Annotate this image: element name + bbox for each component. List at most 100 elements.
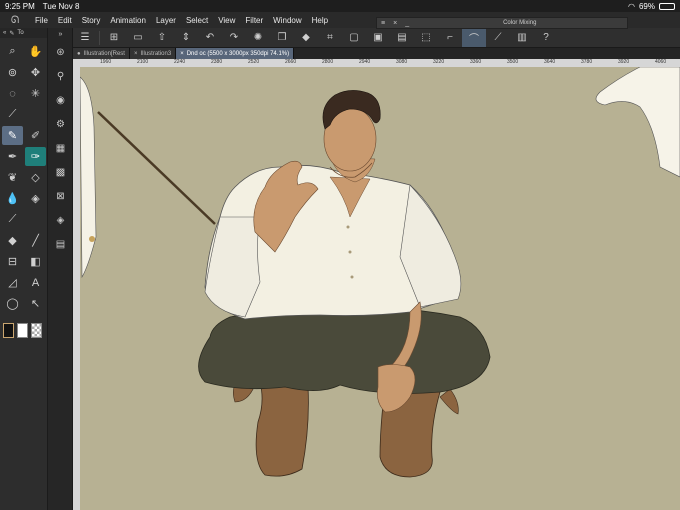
transform-icon[interactable]: ⌗ <box>318 29 342 47</box>
hamburger-icon[interactable]: ☰ <box>73 29 97 47</box>
menu-help[interactable]: Help <box>307 16 333 25</box>
brush-tool-icon[interactable]: ✒ <box>2 147 23 166</box>
ruler-icon[interactable]: ⌐ <box>438 29 462 47</box>
pen-icon[interactable]: ✎ <box>2 126 23 145</box>
new-canvas-icon[interactable]: ⊞ <box>102 29 126 47</box>
history-icon[interactable]: ▤ <box>48 232 73 256</box>
close-tab-icon[interactable]: × <box>134 51 138 57</box>
curve-ruler-icon[interactable]: ⌒ <box>462 28 486 47</box>
collapse-icon[interactable]: « <box>3 30 6 36</box>
fill-icon[interactable]: ◆ <box>294 29 318 47</box>
layers-icon[interactable]: ◈ <box>48 208 73 232</box>
ruler-tick-label: 2520 <box>248 59 260 65</box>
ruler-tick-label: 4060 <box>655 59 667 65</box>
hand-icon[interactable]: ✋ <box>25 42 46 61</box>
zoom-icon[interactable]: ⌕ <box>2 42 23 61</box>
tool-panel-label: To <box>17 30 24 36</box>
airbrush-icon[interactable]: ✑ <box>25 147 46 166</box>
pencil-icon[interactable]: ✐ <box>25 126 46 145</box>
tool-grid: ⌕ ✋ ⊚ ✥ ◌ ✳ ⟋ ✎ ✐ ✒ ✑ ❦ ◇ 💧 ◈ ⟋ ◆ ╱ ⊟ ◧ … <box>0 38 47 317</box>
clipboard-icon[interactable]: ▥ <box>510 29 534 47</box>
color-mixing-panel[interactable]: ≡ × _ Color Mixing <box>376 17 628 29</box>
menu-select[interactable]: Select <box>181 16 213 25</box>
select-icon[interactable]: ▤ <box>390 29 414 47</box>
copy-icon[interactable]: ❐ <box>270 29 294 47</box>
menu-animation[interactable]: Animation <box>105 16 151 25</box>
menu-story[interactable]: Story <box>77 16 106 25</box>
upload-icon[interactable]: ⇧ <box>150 29 174 47</box>
move-icon[interactable]: ✥ <box>25 63 46 82</box>
canvas[interactable] <box>80 67 680 510</box>
menu-window[interactable]: Window <box>268 16 306 25</box>
line-icon[interactable]: ╱ <box>25 231 46 250</box>
layer-mask-icon[interactable]: ▣ <box>366 29 390 47</box>
color-set-icon[interactable]: ⊠ <box>48 184 73 208</box>
ruler-tick-label: 3080 <box>396 59 408 65</box>
eyedropper-icon[interactable]: ⟋ <box>2 105 23 124</box>
minimize-icon[interactable]: _ <box>401 20 413 27</box>
sub-color-swatch[interactable] <box>17 323 28 338</box>
menu-edit[interactable]: Edit <box>53 16 77 25</box>
menu-filter[interactable]: Filter <box>240 16 268 25</box>
eraser-icon[interactable]: ◇ <box>25 168 46 187</box>
menu-view[interactable]: View <box>213 16 240 25</box>
menu-file[interactable]: File <box>30 16 53 25</box>
ruler-tick-label: 2380 <box>211 59 223 65</box>
decoration-icon[interactable]: ❦ <box>2 168 23 187</box>
lasso-icon[interactable]: ◌ <box>2 84 23 103</box>
close-icon[interactable]: × <box>389 20 401 27</box>
main-color-swatch[interactable] <box>3 323 14 338</box>
transparent-swatch[interactable] <box>31 323 42 338</box>
ruler-tick-label: 2800 <box>322 59 334 65</box>
eraser-soft-icon[interactable]: ◈ <box>25 189 46 208</box>
tool-panel-header: « ✎ To <box>0 28 47 38</box>
navigator-icon[interactable]: ⊛ <box>48 40 73 64</box>
wifi-icon: ◠ <box>628 1 635 11</box>
battery-icon <box>659 2 675 10</box>
layer-property-icon[interactable]: ⚙ <box>48 112 73 136</box>
tab-illustration3[interactable]: × Illustration3 <box>129 48 177 59</box>
dropper-icon[interactable]: ⟋ <box>2 210 23 229</box>
stepper-icon[interactable]: ⇕ <box>174 29 198 47</box>
open-folder-icon[interactable]: ▭ <box>126 29 150 47</box>
color-slider-icon[interactable]: ▩ <box>48 160 73 184</box>
operation-icon[interactable]: ⊚ <box>2 63 23 82</box>
app-logo-icon[interactable]: ᘏ <box>0 15 30 26</box>
close-tab-icon[interactable]: × <box>180 51 184 57</box>
layer-icon[interactable]: ▢ <box>342 29 366 47</box>
status-bar: 9:25 PM Tue Nov 8 ◠ 69% <box>0 0 680 12</box>
status-right: ◠ 69% <box>628 2 675 11</box>
blend-icon[interactable]: 💧 <box>2 189 23 208</box>
frame-icon[interactable]: ⊟ <box>2 252 23 271</box>
text-icon[interactable]: A <box>25 273 46 292</box>
balloon-icon[interactable]: ◯ <box>2 294 23 313</box>
ruler-tick-label: 3500 <box>507 59 519 65</box>
magic-wand-icon[interactable]: ✳ <box>25 84 46 103</box>
tool-property-icon[interactable]: ⚲ <box>48 64 73 88</box>
tab-dnd-oc[interactable]: × Dnd oc (5500 x 3000px 350dpi 74.1%) <box>176 48 295 59</box>
ruler-tool-icon[interactable]: ◿ <box>2 273 23 292</box>
brush-size-icon[interactable]: ◉ <box>48 88 73 112</box>
expand-icon[interactable]: » <box>48 28 73 40</box>
right-figure-sleeve <box>595 67 680 178</box>
date: Tue Nov 8 <box>42 1 80 11</box>
loading-icon[interactable]: ✺ <box>246 29 270 47</box>
crop-icon[interactable]: ⬚ <box>414 29 438 47</box>
color-mixing-title: Color Mixing <box>503 20 537 26</box>
tab-illustration-rest[interactable]: ● Illustration[Rest <box>73 48 130 59</box>
redo-icon[interactable]: ↷ <box>222 29 246 47</box>
staff <box>97 111 216 225</box>
line-ruler-icon[interactable]: ⟋ <box>486 29 510 47</box>
drag-handle-icon[interactable]: ≡ <box>377 20 389 27</box>
gradient-icon[interactable]: ◧ <box>25 252 46 271</box>
ruler-tick-label: 3220 <box>433 59 445 65</box>
fill-bucket-icon[interactable]: ◆ <box>2 231 23 250</box>
vertical-ruler <box>73 59 80 510</box>
menu-layer[interactable]: Layer <box>151 16 181 25</box>
correct-line-icon[interactable]: ↖ <box>25 294 46 313</box>
color-wheel-icon[interactable]: ▦ <box>48 136 73 160</box>
undo-icon[interactable]: ↶ <box>198 29 222 47</box>
divider <box>99 30 100 45</box>
sub-tool-panel: » ⊛ ⚲ ◉ ⚙ ▦ ▩ ⊠ ◈ ▤ <box>48 28 73 510</box>
help-icon[interactable]: ? <box>534 29 558 47</box>
